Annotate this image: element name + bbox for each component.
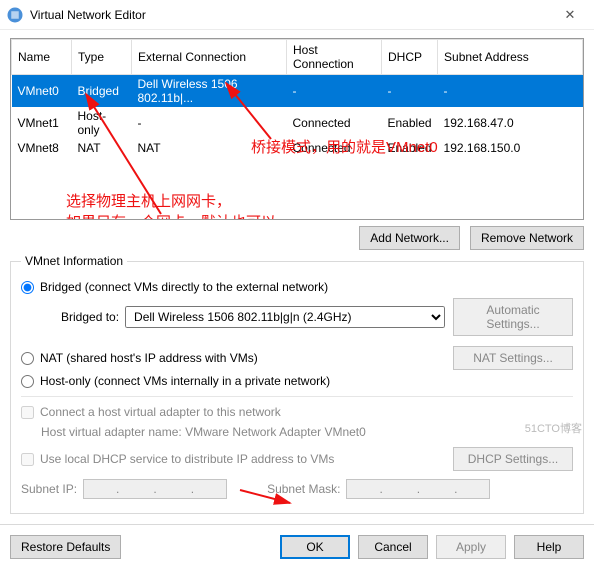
window-title: Virtual Network Editor — [30, 8, 552, 22]
subnet-ip-input[interactable]: ... — [83, 479, 227, 499]
radio-bridged-label: Bridged (connect VMs directly to the ext… — [40, 280, 328, 294]
col-type[interactable]: Type — [72, 40, 132, 75]
radio-nat-label: NAT (shared host's IP address with VMs) — [40, 351, 258, 365]
dhcp-row: Use local DHCP service to distribute IP … — [21, 447, 573, 471]
help-button[interactable]: Help — [514, 535, 584, 559]
remove-network-button[interactable]: Remove Network — [470, 226, 584, 250]
cell-type: Host-only — [72, 107, 132, 139]
titlebar: Virtual Network Editor ✕ — [0, 0, 594, 30]
table-row[interactable]: VMnet1Host-only-ConnectedEnabled192.168.… — [12, 107, 583, 139]
cell-type: Bridged — [72, 75, 132, 108]
subnet-mask-label: Subnet Mask: — [267, 482, 340, 496]
ip-row: Subnet IP: ... Subnet Mask: ... — [21, 479, 573, 499]
vmnet-info-legend: VMnet Information — [21, 254, 127, 268]
col-host[interactable]: Host Connection — [287, 40, 382, 75]
annotation-2: 选择物理主机上网网卡， 如果只有一个网卡，默认也可以 — [66, 191, 276, 220]
bridged-to-select[interactable]: Dell Wireless 1506 802.11b|g|n (2.4GHz) — [125, 306, 445, 328]
nat-settings-button[interactable]: NAT Settings... — [453, 346, 573, 370]
radio-hostonly[interactable] — [21, 375, 34, 388]
bottom-bar: Restore Defaults OK Cancel Apply Help — [0, 524, 594, 569]
cell-subnet: 192.168.150.0 — [438, 139, 583, 157]
content: Name Type External Connection Host Conne… — [0, 30, 594, 524]
subnet-mask-input[interactable]: ... — [346, 479, 490, 499]
dhcp-settings-button[interactable]: DHCP Settings... — [453, 447, 573, 471]
cell-subnet: 192.168.47.0 — [438, 107, 583, 139]
col-subnet[interactable]: Subnet Address — [438, 40, 583, 75]
annotation-1: 桥接模式，用的就是VMnet0 — [251, 137, 438, 158]
radio-bridged-row: Bridged (connect VMs directly to the ext… — [21, 280, 573, 294]
vmnet-info-group: VMnet Information Bridged (connect VMs d… — [10, 254, 584, 514]
host-adapter-row: Connect a host virtual adapter to this n… — [21, 405, 573, 419]
cell-host: Connected — [287, 107, 382, 139]
dhcp-checkbox[interactable] — [21, 453, 34, 466]
apply-button[interactable]: Apply — [436, 535, 506, 559]
host-adapter-hint: Host virtual adapter name: VMware Networ… — [41, 423, 573, 443]
cell-type: NAT — [72, 139, 132, 157]
col-dhcp[interactable]: DHCP — [382, 40, 438, 75]
radio-nat[interactable] — [21, 352, 34, 365]
col-ext[interactable]: External Connection — [132, 40, 287, 75]
table-row[interactable]: VMnet0BridgedDell Wireless 1506 802.11b|… — [12, 75, 583, 108]
cancel-button[interactable]: Cancel — [358, 535, 428, 559]
radio-nat-row: NAT (shared host's IP address with VMs) … — [21, 346, 573, 370]
cell-subnet: - — [438, 75, 583, 108]
subnet-ip-label: Subnet IP: — [21, 482, 77, 496]
host-adapter-checkbox[interactable] — [21, 406, 34, 419]
cell-host: - — [287, 75, 382, 108]
radio-bridged[interactable] — [21, 281, 34, 294]
ok-button[interactable]: OK — [280, 535, 350, 559]
host-adapter-label: Connect a host virtual adapter to this n… — [40, 405, 281, 419]
cell-name: VMnet0 — [12, 75, 72, 108]
cell-dhcp: - — [382, 75, 438, 108]
cell-ext: - — [132, 107, 287, 139]
radio-hostonly-label: Host-only (connect VMs internally in a p… — [40, 374, 330, 388]
app-icon — [6, 6, 24, 24]
network-buttons: Add Network... Remove Network — [10, 226, 584, 250]
restore-defaults-button[interactable]: Restore Defaults — [10, 535, 121, 559]
cell-name: VMnet8 — [12, 139, 72, 157]
network-table-wrap: Name Type External Connection Host Conne… — [10, 38, 584, 220]
bridged-to-row: Bridged to: Dell Wireless 1506 802.11b|g… — [21, 298, 573, 336]
automatic-settings-button[interactable]: Automatic Settings... — [453, 298, 573, 336]
dhcp-label: Use local DHCP service to distribute IP … — [40, 452, 334, 466]
add-network-button[interactable]: Add Network... — [359, 226, 460, 250]
bridged-to-label: Bridged to: — [61, 310, 119, 324]
radio-hostonly-row: Host-only (connect VMs internally in a p… — [21, 374, 573, 388]
watermark: 51CTO博客 — [525, 420, 582, 436]
col-name[interactable]: Name — [12, 40, 72, 75]
cell-dhcp: Enabled — [382, 107, 438, 139]
cell-name: VMnet1 — [12, 107, 72, 139]
cell-ext: Dell Wireless 1506 802.11b|... — [132, 75, 287, 108]
close-icon[interactable]: ✕ — [552, 7, 588, 23]
